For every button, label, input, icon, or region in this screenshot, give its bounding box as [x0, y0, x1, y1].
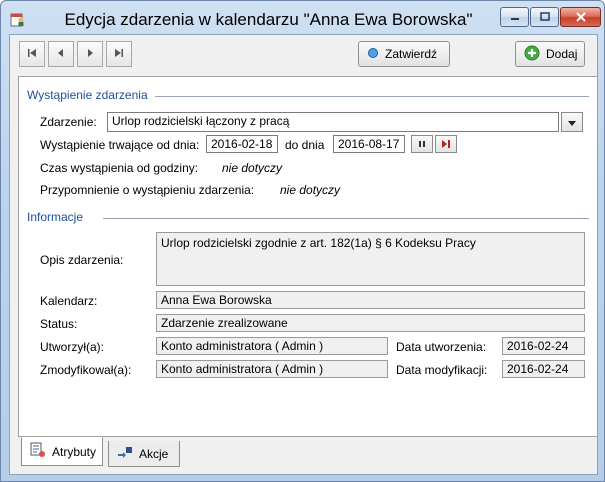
- modified-date-label: Data modyfikacji:: [396, 363, 488, 377]
- section-divider: [155, 96, 589, 97]
- description-field[interactable]: Urlop rodzicielski zgodnie z art. 182(1a…: [156, 232, 585, 286]
- pause-icon: [418, 137, 426, 151]
- time-value: nie dotyczy: [222, 161, 283, 175]
- previous-record-button[interactable]: [48, 41, 74, 67]
- pause-button[interactable]: [411, 135, 433, 153]
- created-date-field[interactable]: 2016-02-24: [502, 337, 585, 355]
- tab-actions[interactable]: Akcje: [108, 441, 180, 467]
- modified-by-field[interactable]: Konto administratora ( Admin ): [156, 360, 388, 378]
- attributes-icon: [30, 442, 46, 461]
- created-date-label: Data utworzenia:: [396, 340, 487, 354]
- info-section-title: Informacje: [27, 210, 84, 224]
- minimize-button[interactable]: [500, 7, 529, 27]
- calendar-label: Kalendarz:: [40, 294, 98, 308]
- next-record-icon: [85, 47, 95, 61]
- time-label: Czas wystąpienia od godziny:: [40, 161, 199, 175]
- add-button[interactable]: Dodaj: [515, 41, 585, 67]
- occurrence-section-title: Wystąpienie zdarzenia: [27, 88, 148, 102]
- confirm-button-label: Zatwierdź: [385, 47, 438, 61]
- last-record-button[interactable]: [106, 41, 132, 67]
- close-button[interactable]: [560, 7, 601, 27]
- tab-attributes-label: Atrybuty: [52, 444, 97, 459]
- attributes-panel: Wystąpienie zdarzenia Zdarzenie: Urlop r…: [18, 76, 598, 437]
- description-label: Opis zdarzenia:: [40, 253, 124, 267]
- modified-by-label: Zmodyfikował(a):: [40, 363, 132, 377]
- reminder-label: Przypomnienie o wystąpieniu zdarzenia:: [40, 183, 255, 197]
- first-record-icon: [27, 47, 37, 61]
- confirm-dot-icon: [367, 47, 379, 62]
- date-to-field[interactable]: 2016-08-17: [333, 135, 405, 153]
- modified-date-field[interactable]: 2016-02-24: [502, 360, 585, 378]
- event-dropdown-button[interactable]: [561, 112, 583, 132]
- dialog-client-area: Zatwierdź Dodaj Wystąpienie zdarzenia Zd…: [9, 34, 598, 475]
- add-plus-icon: [524, 45, 540, 64]
- last-record-icon: [114, 47, 124, 61]
- event-label: Zdarzenie:: [40, 115, 97, 129]
- date-from-field[interactable]: 2016-02-18: [206, 135, 278, 153]
- range-label: Wystąpienie trwające od dnia:: [40, 138, 200, 152]
- application-window: Edycja zdarzenia w kalendarzu "Anna Ewa …: [0, 0, 605, 482]
- maximize-button[interactable]: [530, 7, 559, 27]
- next-record-button[interactable]: [77, 41, 103, 67]
- tab-actions-label: Akcje: [139, 446, 169, 461]
- status-field[interactable]: Zdarzenie zrealizowane: [156, 314, 585, 332]
- to-date-label: do dnia: [285, 138, 325, 152]
- event-select[interactable]: Urlop rodzicielski łączony z pracą: [107, 112, 559, 132]
- title-bar[interactable]: Edycja zdarzenia w kalendarzu "Anna Ewa …: [1, 1, 604, 37]
- window-title: Edycja zdarzenia w kalendarzu "Anna Ewa …: [64, 10, 473, 29]
- chevron-down-icon: [568, 115, 576, 129]
- status-label: Status:: [40, 317, 78, 331]
- created-by-label: Utworzył(a):: [40, 340, 105, 354]
- play-to-end-icon: [441, 137, 451, 151]
- calendar-field[interactable]: Anna Ewa Borowska: [156, 291, 585, 309]
- created-by-field[interactable]: Konto administratora ( Admin ): [156, 337, 388, 355]
- play-end-button[interactable]: [435, 135, 457, 153]
- tab-attributes[interactable]: Atrybuty: [21, 437, 103, 466]
- section-divider: [103, 218, 589, 219]
- previous-record-icon: [56, 47, 66, 61]
- first-record-button[interactable]: [19, 41, 45, 67]
- confirm-button[interactable]: Zatwierdź: [358, 41, 450, 67]
- add-button-label: Dodaj: [546, 47, 578, 61]
- actions-icon: [117, 444, 133, 463]
- reminder-value: nie dotyczy: [280, 183, 341, 197]
